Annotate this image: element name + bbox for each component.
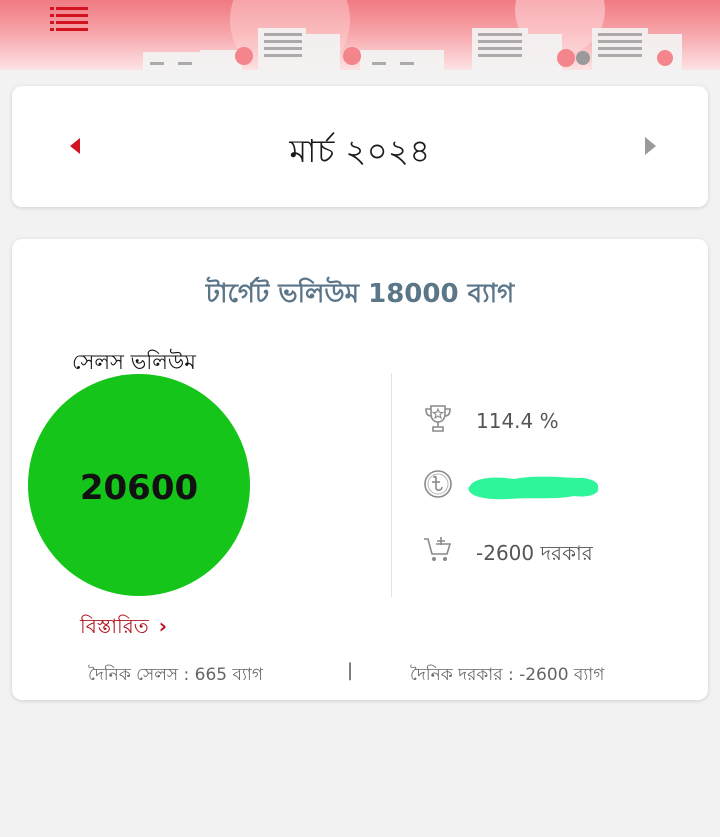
city-skyline-illustration xyxy=(143,0,682,70)
app-header xyxy=(0,0,720,70)
sales-summary-card: টার্গেট ভলিউম 18000 ব্যাগ সেলস ভলিউম 206… xyxy=(12,239,708,700)
hamburger-menu-icon[interactable] xyxy=(50,5,90,31)
details-link[interactable]: বিস্তারিত › xyxy=(80,612,167,645)
achievement-percent: 114.4 % xyxy=(476,409,559,433)
taka-coin-icon xyxy=(424,470,452,498)
details-link-label: বিস্তারিত xyxy=(80,614,149,638)
sales-volume-circle: 20600 xyxy=(28,374,250,596)
vertical-divider xyxy=(391,373,392,597)
trophy-icon xyxy=(425,405,451,432)
redacted-amount xyxy=(468,476,599,500)
cart-plus-icon xyxy=(424,537,452,561)
daily-required: দৈনিক দরকার : -2600 ব্যাগ xyxy=(410,665,605,685)
footer-separator: | xyxy=(347,660,354,681)
daily-sales: দৈনিক সেলস : 665 ব্যাগ xyxy=(88,665,263,685)
chevron-right-icon: › xyxy=(158,614,168,638)
sales-volume-value: 20600 xyxy=(79,468,199,508)
month-title: মার্চ ২০২৪ xyxy=(289,132,431,170)
target-volume-title: টার্গেট ভলিউম 18000 ব্যাগ xyxy=(205,279,515,309)
caret-right-icon[interactable] xyxy=(640,132,660,160)
month-selector-card: মার্চ ২০২৪ xyxy=(12,86,708,207)
required-volume: -2600 দরকার xyxy=(476,541,593,565)
